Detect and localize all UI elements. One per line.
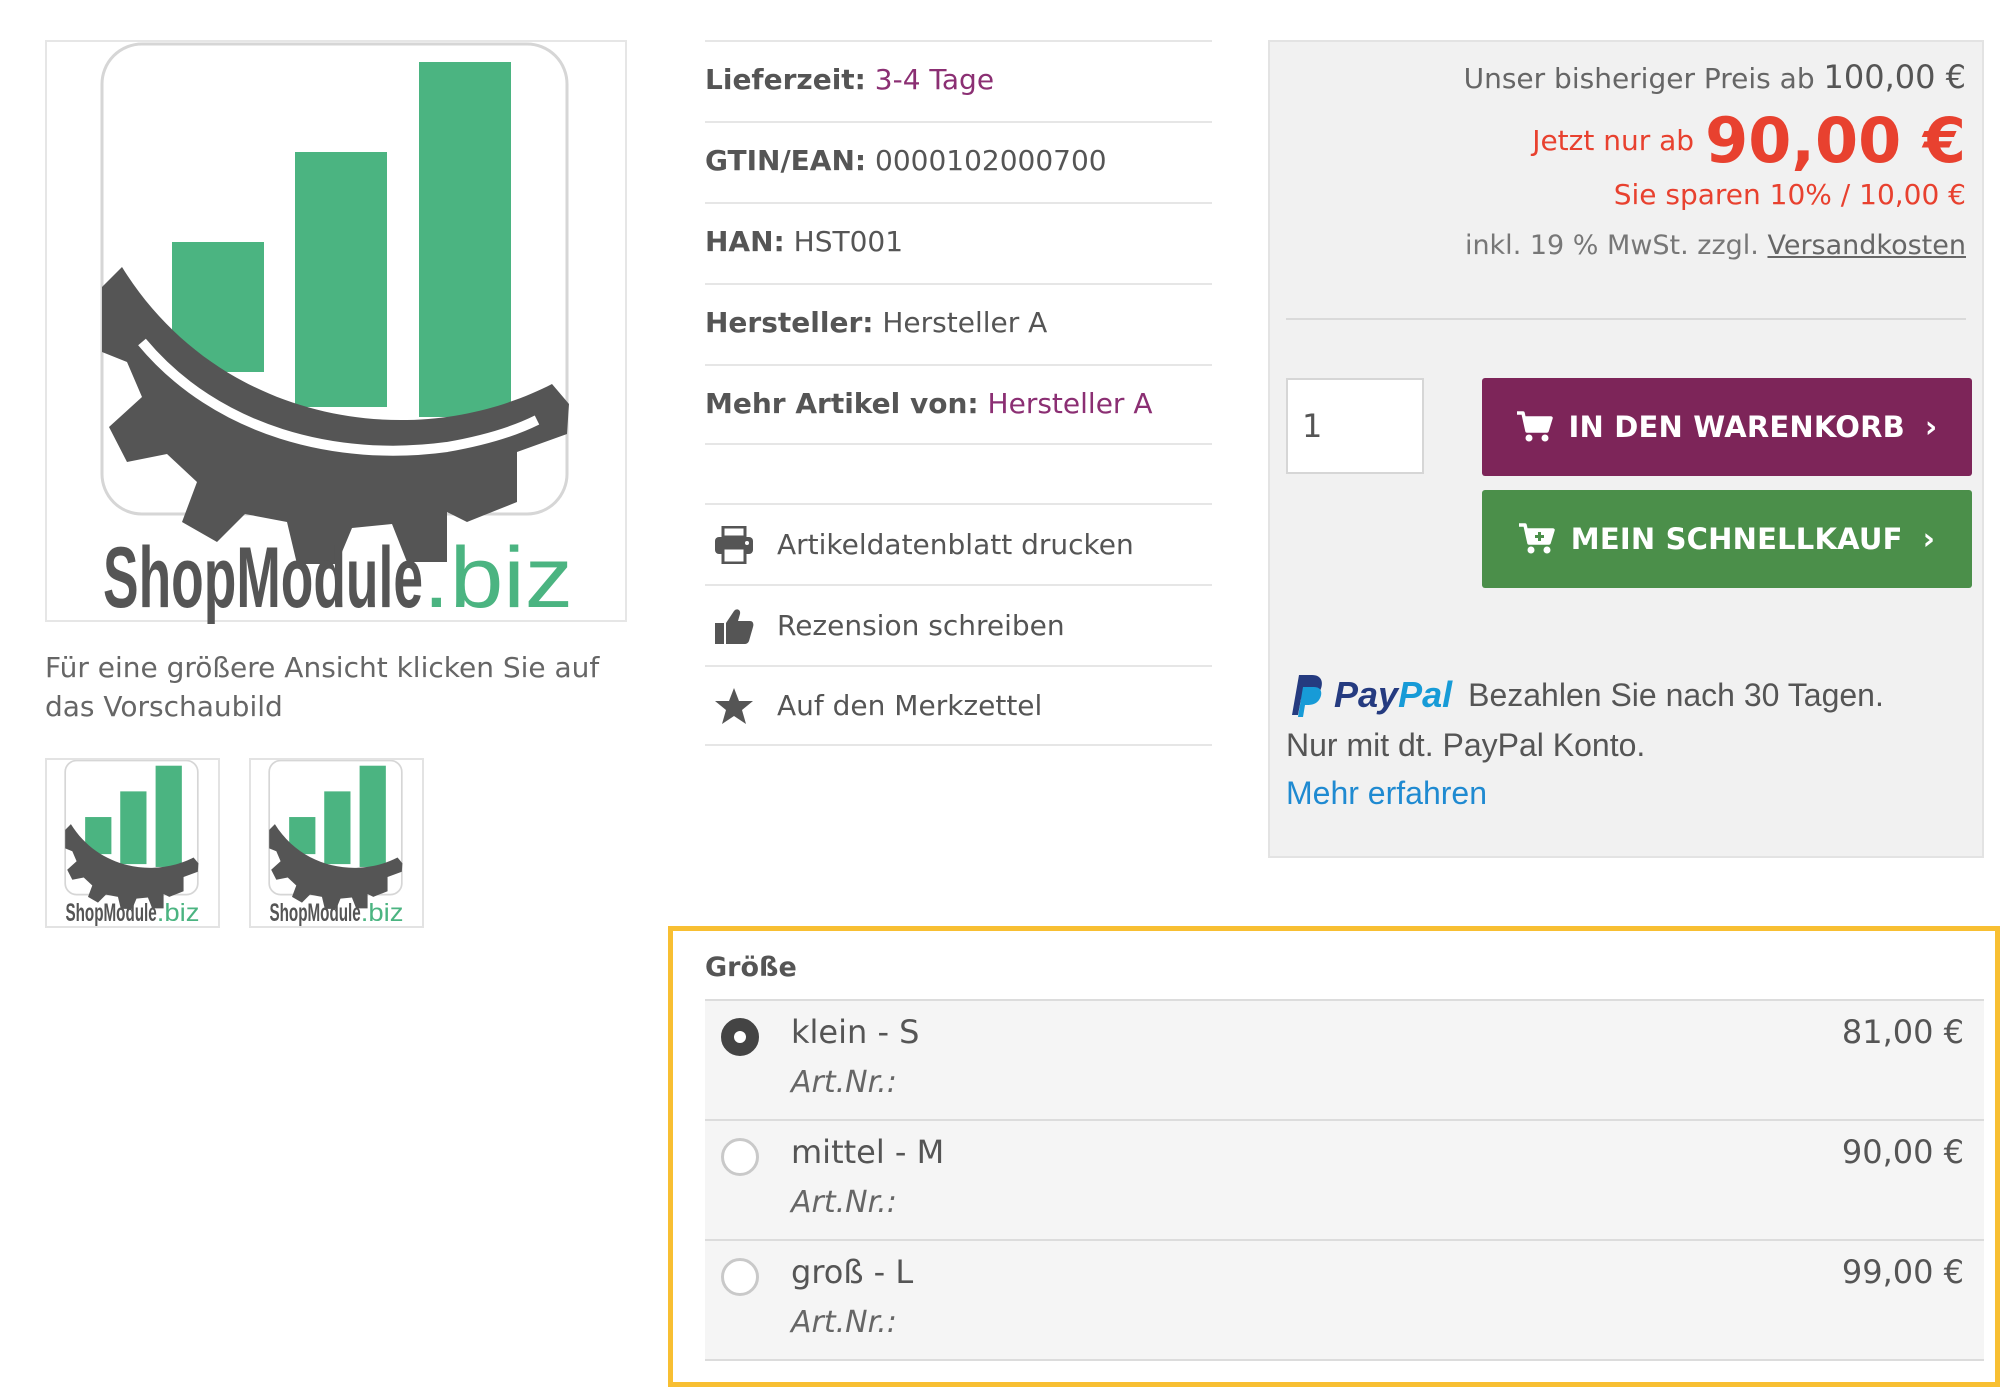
radio-unselected[interactable] xyxy=(721,1258,759,1296)
detail-row-han: HAN: HST001 xyxy=(705,202,1212,283)
new-price-label: Jetzt nur ab xyxy=(1532,124,1695,157)
thumbnail-2[interactable]: ShopModule .biz xyxy=(249,758,424,928)
detail-label: HAN: xyxy=(705,225,785,258)
manufacturer-link[interactable]: Hersteller A xyxy=(988,387,1153,420)
action-label: Auf den Merkzettel xyxy=(777,689,1043,722)
cart-icon xyxy=(1516,411,1553,443)
shopmodule-logo-image: ShopModule .biz xyxy=(100,42,573,624)
thumbnail-1[interactable]: ShopModule .biz xyxy=(45,758,220,928)
old-price: Unser bisheriger Preis ab 100,00 € xyxy=(1464,58,1966,96)
divider xyxy=(1286,318,1966,320)
variant-option-small[interactable]: klein - S Art.Nr.: 81,00 € xyxy=(705,1001,1984,1121)
thumb-logo-text-main: ShopModule xyxy=(65,900,156,926)
product-main-image[interactable]: ShopModule .biz xyxy=(45,40,627,624)
quick-buy-label: MEIN SCHNELLKAUF xyxy=(1570,522,1903,556)
write-review-action[interactable]: Rezension schreiben xyxy=(705,584,1212,665)
quantity-input[interactable] xyxy=(1286,378,1424,474)
paypal-banner: PayPal Bezahlen Sie nach 30 Tagen. Nur m… xyxy=(1286,670,1976,818)
thumb-logo-text-tld: .biz xyxy=(361,900,404,926)
detail-row-more-from-manufacturer: Mehr Artikel von: Hersteller A xyxy=(705,364,1212,445)
price-box: Unser bisheriger Preis ab 100,00 € Jetzt… xyxy=(1268,40,1984,858)
thumbnail-logo-image: ShopModule .biz xyxy=(268,759,404,927)
detail-label: Mehr Artikel von: xyxy=(705,387,979,420)
variant-price: 81,00 € xyxy=(1841,1013,1964,1051)
detail-value: HST001 xyxy=(793,225,904,258)
detail-value: Hersteller A xyxy=(882,306,1048,339)
thumbs-up-icon xyxy=(713,605,755,647)
add-to-wishlist-action[interactable]: Auf den Merkzettel xyxy=(705,665,1212,746)
logo-text-tld: .biz xyxy=(423,530,573,624)
image-hint-text: Für eine größere Ansicht klicken Sie auf… xyxy=(45,651,600,723)
thumbnail-logo-image: ShopModule .biz xyxy=(64,759,200,927)
quick-buy-button[interactable]: MEIN SCHNELLKAUF › xyxy=(1482,490,1972,588)
tax-info: inkl. 19 % MwSt. zzgl. Versandkosten xyxy=(1465,230,1966,261)
paypal-logo-icon: PayPal xyxy=(1286,673,1452,717)
variant-sku: Art.Nr.: xyxy=(791,1065,897,1100)
new-price: Jetzt nur ab 90,00 € xyxy=(1532,104,1966,177)
variant-group-title: Größe xyxy=(705,952,797,983)
old-price-amount: 100,00 € xyxy=(1823,58,1967,96)
tax-text: inkl. 19 % MwSt. zzgl. xyxy=(1464,230,1759,261)
chevron-right-icon: › xyxy=(1924,409,1938,445)
action-label: Rezension schreiben xyxy=(777,609,1065,642)
detail-label: Lieferzeit: xyxy=(705,63,866,96)
delivery-time-link[interactable]: 3-4 Tage xyxy=(875,63,994,96)
variant-sku: Art.Nr.: xyxy=(791,1185,897,1220)
cart-plus-icon xyxy=(1518,523,1555,555)
variant-option-medium[interactable]: mittel - M Art.Nr.: 90,00 € xyxy=(705,1121,1984,1241)
paypal-brand-pal: Pal xyxy=(1398,674,1453,715)
shipping-costs-link[interactable]: Versandkosten xyxy=(1767,230,1966,261)
paypal-text-line1: Bezahlen Sie nach 30 Tagen. xyxy=(1468,676,1884,713)
radio-selected[interactable] xyxy=(721,1018,759,1056)
paypal-more-link[interactable]: Mehr erfahren xyxy=(1286,768,1976,818)
variant-name: mittel - M xyxy=(791,1133,945,1171)
variant-list: klein - S Art.Nr.: 81,00 € mittel - M Ar… xyxy=(705,999,1984,1361)
add-to-cart-label: IN DEN WARENKORB xyxy=(1568,410,1905,444)
detail-label: Hersteller: xyxy=(705,306,874,339)
product-details-list: Lieferzeit: 3-4 Tage GTIN/EAN: 000010200… xyxy=(705,40,1212,445)
variant-name: klein - S xyxy=(791,1013,920,1051)
paypal-text-line2: Nur mit dt. PayPal Konto. xyxy=(1286,727,1646,763)
chevron-right-icon: › xyxy=(1922,521,1936,557)
product-actions-list: Artikeldatenblatt drucken Rezension schr… xyxy=(705,503,1212,746)
savings-text: Sie sparen 10% / 10,00 € xyxy=(1613,178,1966,211)
variant-price: 90,00 € xyxy=(1841,1133,1964,1171)
radio-unselected[interactable] xyxy=(721,1138,759,1176)
thumb-logo-text-tld: .biz xyxy=(157,900,200,926)
detail-value: 0000102000700 xyxy=(875,144,1107,177)
detail-row-gtin: GTIN/EAN: 0000102000700 xyxy=(705,121,1212,202)
logo-text-main: ShopModule xyxy=(103,530,423,624)
variant-sku: Art.Nr.: xyxy=(791,1305,897,1340)
detail-label: GTIN/EAN: xyxy=(705,144,867,177)
printer-icon xyxy=(713,524,755,566)
add-to-cart-button[interactable]: IN DEN WARENKORB › xyxy=(1482,378,1972,476)
detail-row-manufacturer: Hersteller: Hersteller A xyxy=(705,283,1212,364)
star-icon xyxy=(713,685,755,727)
variant-price: 99,00 € xyxy=(1841,1253,1964,1291)
action-label: Artikeldatenblatt drucken xyxy=(777,528,1134,561)
paypal-brand-pay: Pay xyxy=(1334,674,1399,715)
thumb-logo-text-main: ShopModule xyxy=(269,900,360,926)
variant-name: groß - L xyxy=(791,1253,914,1291)
variant-option-large[interactable]: groß - L Art.Nr.: 99,00 € xyxy=(705,1241,1984,1361)
old-price-label: Unser bisheriger Preis ab xyxy=(1463,62,1815,95)
print-datasheet-action[interactable]: Artikeldatenblatt drucken xyxy=(705,503,1212,584)
detail-row-delivery-time: Lieferzeit: 3-4 Tage xyxy=(705,40,1212,121)
new-price-amount: 90,00 € xyxy=(1705,104,1966,177)
